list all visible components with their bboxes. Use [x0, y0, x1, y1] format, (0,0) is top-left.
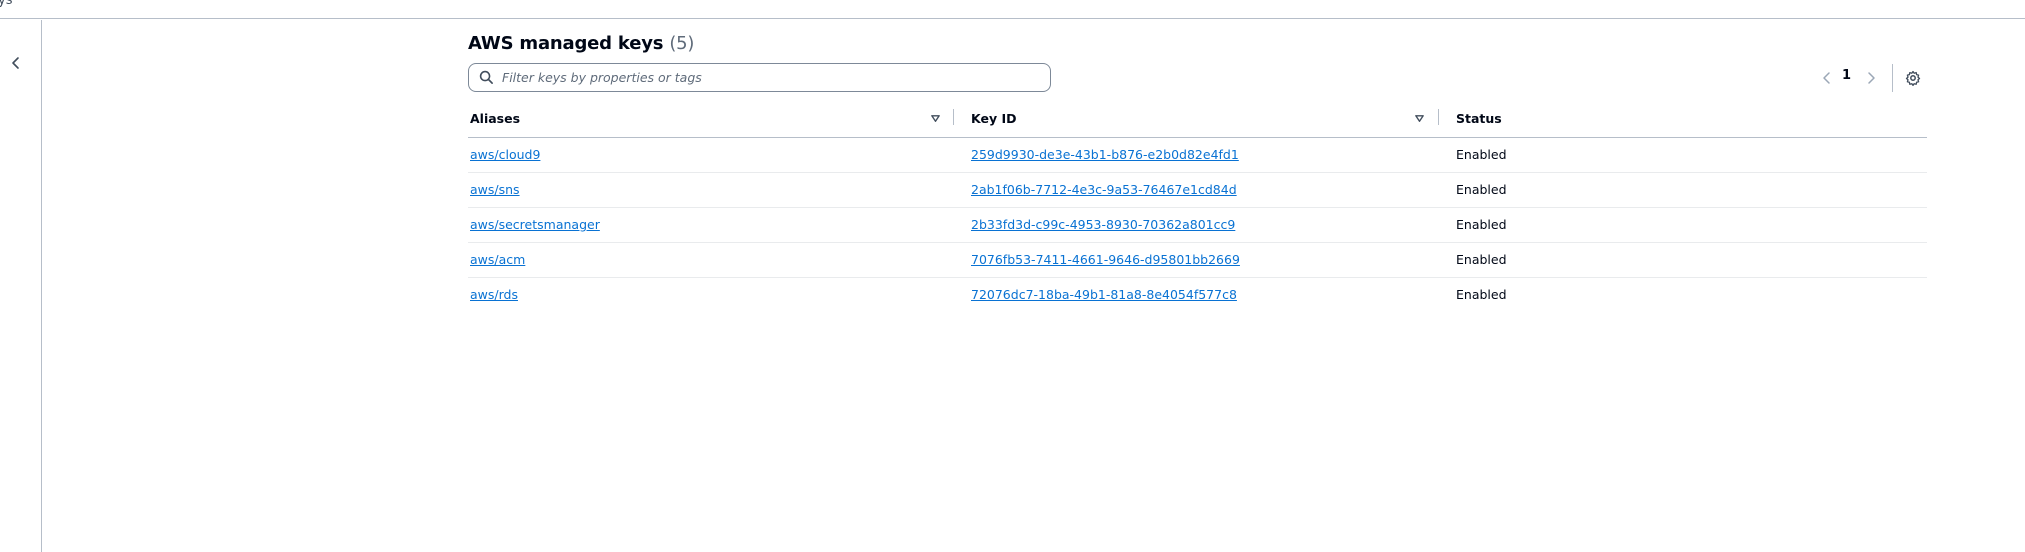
key-id-link[interactable]: 72076dc7-18ba-49b1-81a8-8e4054f577c8 [971, 287, 1237, 302]
alias-link[interactable]: aws/sns [470, 182, 520, 197]
table-row: aws/sns 2ab1f06b-7712-4e3c-9a53-76467e1c… [468, 173, 1927, 208]
alias-link[interactable]: aws/secretsmanager [470, 217, 600, 232]
alias-link[interactable]: aws/acm [470, 252, 525, 267]
column-header-key-id[interactable]: Key ID [971, 111, 1016, 126]
gear-icon [1905, 70, 1921, 86]
page-title-text: AWS managed keys [468, 33, 664, 54]
column-resizer[interactable] [1438, 109, 1439, 125]
chevron-left-icon [12, 57, 19, 69]
search-icon [479, 70, 493, 84]
alias-link[interactable]: aws/cloud9 [470, 147, 540, 162]
column-header-status[interactable]: Status [1456, 111, 1502, 126]
current-page-number[interactable]: 1 [1842, 68, 1851, 83]
top-bar-text: ys [0, 0, 13, 8]
column-header-aliases[interactable]: Aliases [470, 111, 520, 126]
table-header: Aliases Key ID Status [468, 107, 1927, 138]
sort-caret-down-icon[interactable] [1414, 113, 1425, 124]
chevron-left-icon [1823, 72, 1830, 84]
keys-table: Aliases Key ID Status aws/cloud9 259d993… [468, 107, 1927, 312]
table-row: aws/acm 7076fb53-7411-4661-9646-d95801bb… [468, 243, 1927, 278]
key-id-link[interactable]: 2ab1f06b-7712-4e3c-9a53-76467e1cd84d [971, 182, 1237, 197]
table-row: aws/rds 72076dc7-18ba-49b1-81a8-8e4054f5… [468, 278, 1927, 312]
next-page-button[interactable] [1862, 68, 1880, 88]
side-navigation-rail [0, 20, 42, 552]
page-title: AWS managed keys (5) [468, 33, 694, 54]
key-id-link[interactable]: 259d9930-de3e-43b1-b876-e2b0d82e4fd1 [971, 147, 1239, 162]
status-text: Enabled [1456, 217, 1507, 232]
status-text: Enabled [1456, 252, 1507, 267]
table-row: aws/secretsmanager 2b33fd3d-c99c-4953-89… [468, 208, 1927, 243]
key-count: (5) [669, 33, 695, 54]
pagination-divider [1892, 64, 1893, 92]
column-resizer[interactable] [953, 109, 954, 125]
table-row: aws/cloud9 259d9930-de3e-43b1-b876-e2b0d… [468, 138, 1927, 173]
status-text: Enabled [1456, 287, 1507, 302]
previous-page-button[interactable] [1818, 68, 1836, 88]
status-text: Enabled [1456, 182, 1507, 197]
sort-caret-down-icon[interactable] [930, 113, 941, 124]
search-field[interactable] [468, 63, 1051, 92]
key-id-link[interactable]: 2b33fd3d-c99c-4953-8930-70362a801cc9 [971, 217, 1235, 232]
alias-link[interactable]: aws/rds [470, 287, 518, 302]
chevron-right-icon [1868, 72, 1875, 84]
table-preferences-button[interactable] [1902, 67, 1924, 89]
collapse-navigation-button[interactable] [6, 53, 26, 73]
top-bar: ys [0, 0, 2025, 19]
search-input[interactable] [502, 65, 1032, 90]
status-text: Enabled [1456, 147, 1507, 162]
key-id-link[interactable]: 7076fb53-7411-4661-9646-d95801bb2669 [971, 252, 1240, 267]
